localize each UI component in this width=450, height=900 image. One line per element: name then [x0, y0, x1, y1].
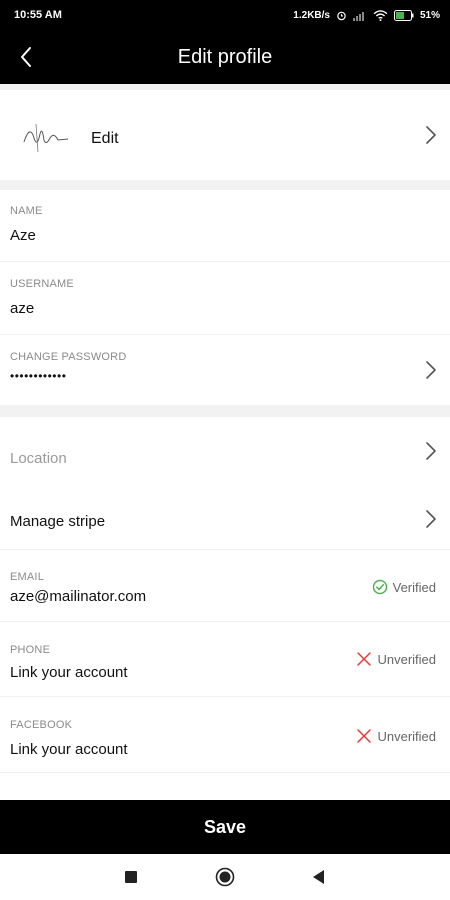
phone-label: PHONE	[10, 644, 51, 656]
battery-icon	[393, 9, 414, 21]
email-row[interactable]: EMAIL aze@mailinator.com Verified	[0, 550, 450, 622]
back-button[interactable]	[12, 43, 40, 71]
section-divider	[0, 405, 450, 417]
password-mask: ••••••••••••	[10, 369, 67, 383]
back-nav-button[interactable]	[307, 865, 331, 889]
facebook-label: FACEBOOK	[10, 719, 73, 731]
circle-icon	[215, 867, 235, 887]
location-label: Location	[10, 450, 67, 467]
chevron-right-icon	[426, 361, 436, 379]
check-circle-icon	[372, 579, 387, 595]
page-title: Edit profile	[177, 45, 273, 68]
chevron-right-icon	[426, 126, 436, 144]
username-label: USERNAME	[10, 278, 74, 290]
app-header: Edit profile	[0, 30, 450, 84]
username-value[interactable]: aze	[10, 300, 34, 317]
phone-row[interactable]: PHONE Link your account Unverified	[0, 622, 450, 697]
manage-stripe-row[interactable]: Manage stripe	[0, 483, 450, 550]
name-field[interactable]: NAME Aze	[0, 190, 450, 262]
facebook-status: Unverified	[377, 728, 436, 744]
section-divider	[0, 180, 450, 190]
battery-percent: 51%	[419, 9, 440, 21]
network-speed: 1.2KB/s	[293, 9, 330, 21]
status-bar: 10:55 AM 1.2KB/s 51%	[0, 0, 450, 30]
change-password-row[interactable]: CHANGE PASSWORD ••••••••••••	[0, 335, 450, 405]
edit-profile-label: Edit	[91, 130, 119, 147]
close-x-icon	[357, 729, 372, 743]
location-row[interactable]: Location	[0, 417, 450, 483]
back-arrow-icon	[21, 47, 31, 67]
email-value: aze@mailinator.com	[10, 588, 147, 605]
facebook-row[interactable]: FACEBOOK Link your account Unverified	[0, 697, 450, 773]
home-button[interactable]	[213, 865, 237, 889]
unverified-badge: Unverified	[356, 651, 436, 667]
alarm-icon	[337, 11, 346, 20]
system-nav-bar	[0, 854, 450, 900]
email-status: Verified	[392, 579, 436, 595]
verified-badge: Verified	[372, 579, 436, 595]
signature-avatar-icon	[23, 123, 69, 153]
save-button[interactable]: Save	[0, 800, 450, 854]
recents-button[interactable]	[119, 865, 143, 889]
triangle-back-icon	[313, 870, 324, 884]
chevron-right-icon	[426, 442, 436, 460]
close-x-icon	[357, 652, 372, 666]
unverified-badge: Unverified	[356, 728, 436, 744]
chevron-right-icon	[426, 510, 436, 528]
status-time: 10:55 AM	[14, 9, 62, 21]
change-password-label: CHANGE PASSWORD	[10, 351, 127, 363]
phone-status: Unverified	[377, 651, 436, 667]
username-field[interactable]: USERNAME aze	[0, 262, 450, 335]
name-label: NAME	[10, 205, 43, 217]
square-icon	[125, 871, 137, 883]
edit-profile-screen: 10:55 AM 1.2KB/s 51% Edit profile Edit N…	[0, 0, 450, 900]
manage-stripe-label: Manage stripe	[10, 513, 106, 530]
email-label: EMAIL	[10, 571, 45, 583]
facebook-link-value[interactable]: Link your account	[10, 741, 128, 758]
signal-icon	[352, 11, 364, 21]
phone-link-value[interactable]: Link your account	[10, 664, 128, 681]
edit-avatar-row[interactable]: Edit	[0, 90, 450, 180]
status-right: 1.2KB/s 51%	[293, 9, 440, 21]
name-value[interactable]: Aze	[10, 227, 36, 244]
wifi-icon	[373, 9, 388, 21]
